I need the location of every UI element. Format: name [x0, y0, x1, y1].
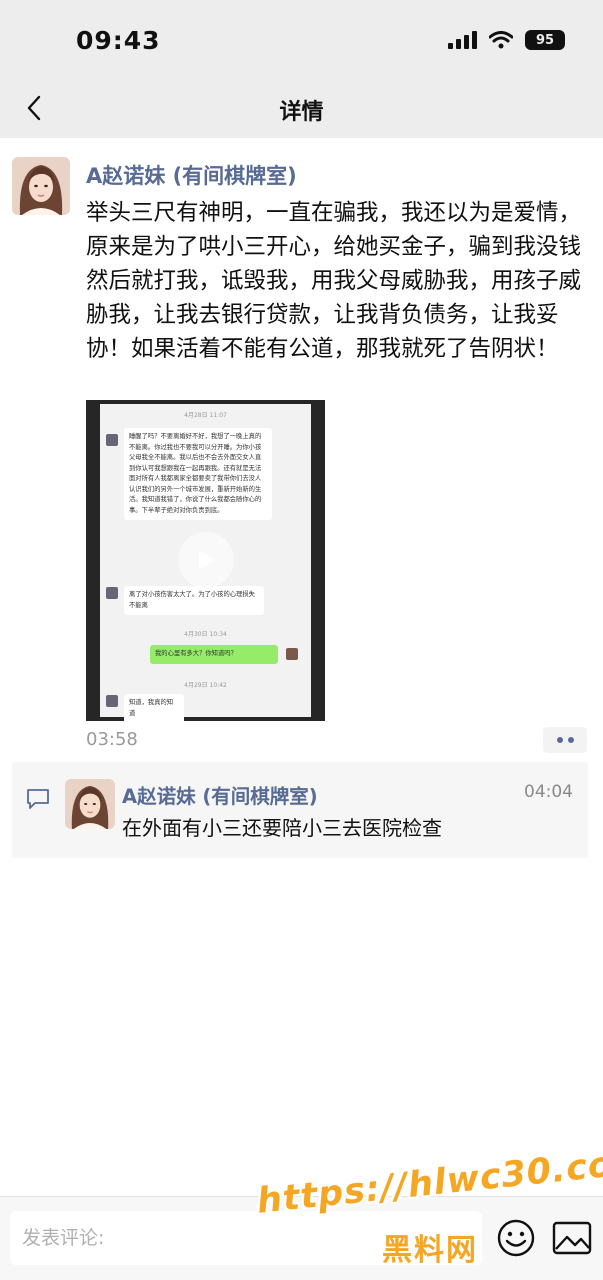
status-icons: 95 — [448, 30, 565, 50]
more-options-button[interactable] — [543, 727, 587, 753]
dot-icon — [567, 737, 574, 743]
play-icon — [199, 550, 215, 570]
commenter-name[interactable]: A赵诺妹 (有间棋牌室) — [122, 780, 318, 809]
commenter-avatar[interactable] — [65, 779, 115, 829]
comment-section: A赵诺妹 (有间棋牌室) 04:04 在外面有小三还要陪小三去医院检查 — [12, 762, 588, 858]
status-bar: 09:43 95 — [0, 0, 603, 80]
emoji-icon[interactable] — [496, 1218, 536, 1258]
comment-text[interactable]: 在外面有小三还要陪小三去医院检查 — [122, 812, 442, 841]
chat-avatar — [286, 648, 298, 660]
chat-bubble: 知道，我真的知道 — [124, 694, 184, 721]
chat-timestamp: 4月30日 10:34 — [184, 631, 227, 638]
status-time: 09:43 — [76, 26, 161, 55]
chat-avatar — [106, 587, 118, 599]
video-thumbnail[interactable]: 4月28日 11:07 睡醒了吗？不要离婚好不好，我想了一晚上真的不能离。你过我… — [86, 400, 325, 721]
chat-bubble: 离了对小孩伤害太大了。为了小孩的心理损失不能离 — [124, 586, 264, 615]
comment-icon — [27, 789, 49, 809]
post-author-name[interactable]: A赵诺妹 (有间棋牌室) — [86, 160, 297, 190]
chat-avatar — [106, 695, 118, 707]
chat-avatar — [106, 434, 118, 446]
wifi-icon — [489, 31, 513, 49]
post-text: 举头三尺有神明，一直在骗我，我还以为是爱情，原来是为了哄小三开心，给她买金子，骗… — [86, 200, 582, 362]
battery-icon: 95 — [525, 30, 565, 50]
chat-bubble-sent: 我的心里有多大？你知道吗？ — [150, 645, 278, 664]
post-time: 03:58 — [86, 729, 138, 750]
watermark-text: 黑料网 — [382, 1233, 478, 1268]
comment-time: 04:04 — [524, 782, 573, 802]
chat-bubble: 睡醒了吗？不要离婚好不好，我想了一晚上真的不能离。你过我也不要我可以分开睡。为你… — [124, 428, 272, 520]
author-avatar[interactable] — [12, 157, 70, 215]
image-icon[interactable] — [552, 1220, 592, 1256]
play-button[interactable] — [178, 532, 234, 588]
chat-timestamp: 4月28日 11:07 — [184, 412, 227, 419]
page-title: 详情 — [279, 100, 324, 125]
nav-bar: 详情 — [0, 80, 603, 138]
chat-timestamp: 4月29日 10:42 — [184, 682, 227, 689]
signal-icon — [448, 31, 477, 49]
dot-icon — [556, 737, 563, 743]
